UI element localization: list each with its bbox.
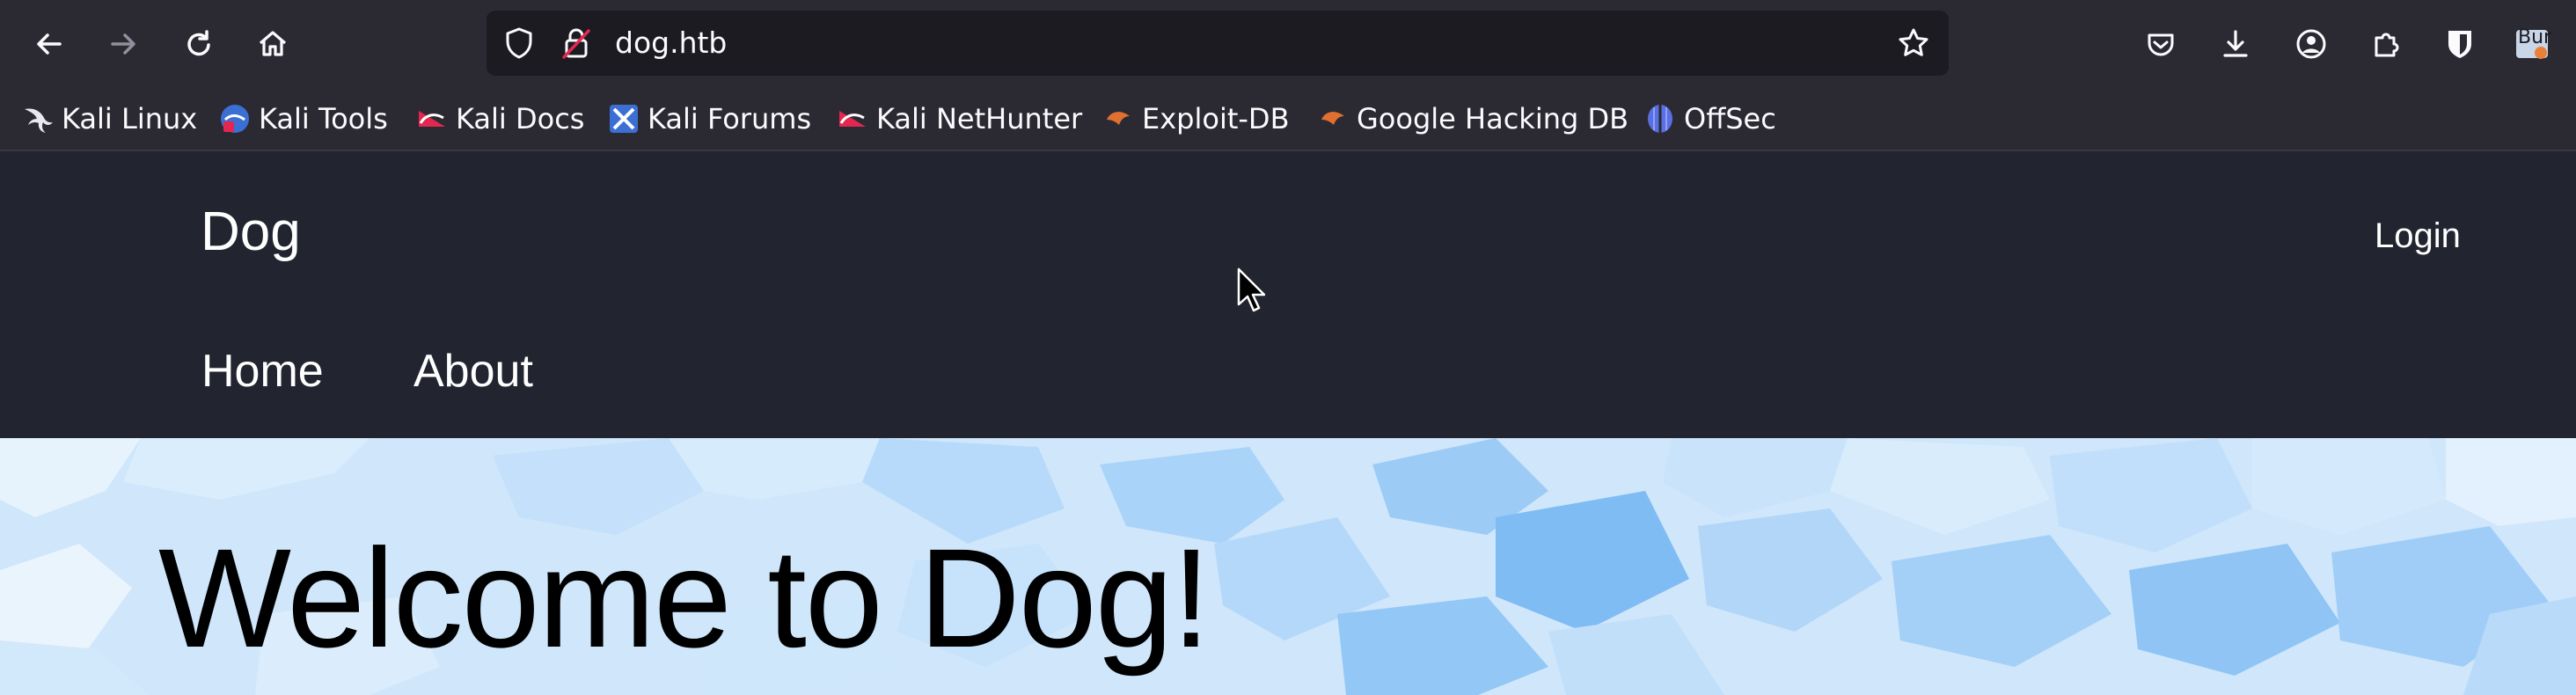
url-bar[interactable]: dog.htb bbox=[487, 11, 1949, 76]
bookmark-label: Kali Tools bbox=[259, 102, 388, 135]
bitwarden-shield-icon bbox=[2448, 31, 2471, 58]
bookmark-exploit-db[interactable]: Exploit-DB bbox=[1101, 97, 1290, 141]
url-text[interactable]: dog.htb bbox=[615, 25, 727, 62]
home-icon bbox=[259, 31, 287, 56]
download-icon bbox=[2223, 30, 2248, 57]
bookmark-label: Kali NetHunter bbox=[876, 102, 1083, 135]
back-button[interactable] bbox=[19, 14, 79, 74]
ghdb-icon bbox=[1321, 112, 1344, 125]
bookmark-star-icon[interactable] bbox=[1896, 26, 1931, 61]
arrow-right-icon bbox=[111, 33, 135, 55]
bookmark-offsec[interactable]: OffSec bbox=[1643, 97, 1776, 141]
extensions-button[interactable] bbox=[2356, 14, 2416, 74]
bookmark-label: Google Hacking DB bbox=[1357, 102, 1629, 135]
account-icon bbox=[2296, 29, 2326, 59]
bookmark-kali-tools[interactable]: Kali Tools bbox=[218, 97, 388, 141]
site-header: Dog Login Home About bbox=[0, 150, 2576, 438]
bookmarks-bar: Kali Linux Kali Tools Kali Docs Kali For… bbox=[0, 88, 2576, 150]
mouse-cursor-icon bbox=[1237, 267, 1265, 312]
hero-title: Welcome to Dog! bbox=[158, 519, 1211, 677]
bookmark-kali-docs[interactable]: Kali Docs bbox=[415, 97, 584, 141]
arrow-left-icon bbox=[37, 33, 62, 55]
forward-button[interactable] bbox=[93, 14, 153, 74]
kali-dragon-icon bbox=[25, 108, 53, 133]
bookmark-kali-linux[interactable]: Kali Linux bbox=[21, 97, 197, 141]
bookmark-google-hacking-db[interactable]: Google Hacking DB bbox=[1316, 97, 1628, 141]
nav-about-link[interactable]: About bbox=[413, 345, 533, 398]
kali-docs-icon bbox=[419, 111, 445, 127]
bookmark-label: Kali Linux bbox=[62, 102, 198, 135]
bitwarden-extension-button[interactable] bbox=[2430, 14, 2490, 74]
bookmark-kali-nethunter[interactable]: Kali NetHunter bbox=[836, 97, 1082, 141]
account-button[interactable] bbox=[2281, 14, 2341, 74]
browser-toolbar: dog.htb Bur bbox=[0, 0, 2576, 88]
downloads-button[interactable] bbox=[2206, 14, 2265, 74]
bookmark-label: OffSec bbox=[1684, 102, 1776, 135]
bookmark-kali-forums[interactable]: Kali Forums bbox=[607, 97, 811, 141]
insecure-lock-icon[interactable] bbox=[559, 26, 594, 61]
site-name-link[interactable]: Dog bbox=[201, 201, 301, 263]
extension-badge: Bur bbox=[2518, 26, 2552, 48]
pocket-icon bbox=[2148, 33, 2174, 56]
shield-icon[interactable] bbox=[501, 26, 537, 61]
exploit-db-icon bbox=[1107, 112, 1130, 125]
hero-banner: Welcome to Dog! bbox=[0, 438, 2576, 695]
reload-button[interactable] bbox=[169, 14, 229, 74]
burp-extension-button[interactable]: Bur bbox=[2506, 14, 2558, 74]
puzzle-piece-icon bbox=[2375, 33, 2399, 57]
kali-forums-icon bbox=[610, 105, 638, 133]
offsec-icon bbox=[1648, 105, 1672, 133]
pocket-button[interactable] bbox=[2131, 14, 2191, 74]
nav-home-link[interactable]: Home bbox=[201, 345, 324, 398]
reload-icon bbox=[187, 30, 210, 56]
bookmark-label: Kali Forums bbox=[648, 102, 812, 135]
bookmark-label: Kali Docs bbox=[456, 102, 585, 135]
home-button[interactable] bbox=[243, 14, 303, 74]
login-link[interactable]: Login bbox=[2375, 216, 2461, 256]
kali-tools-icon bbox=[221, 105, 249, 133]
kali-nethunter-icon bbox=[839, 111, 866, 127]
bookmark-label: Exploit-DB bbox=[1142, 102, 1290, 135]
